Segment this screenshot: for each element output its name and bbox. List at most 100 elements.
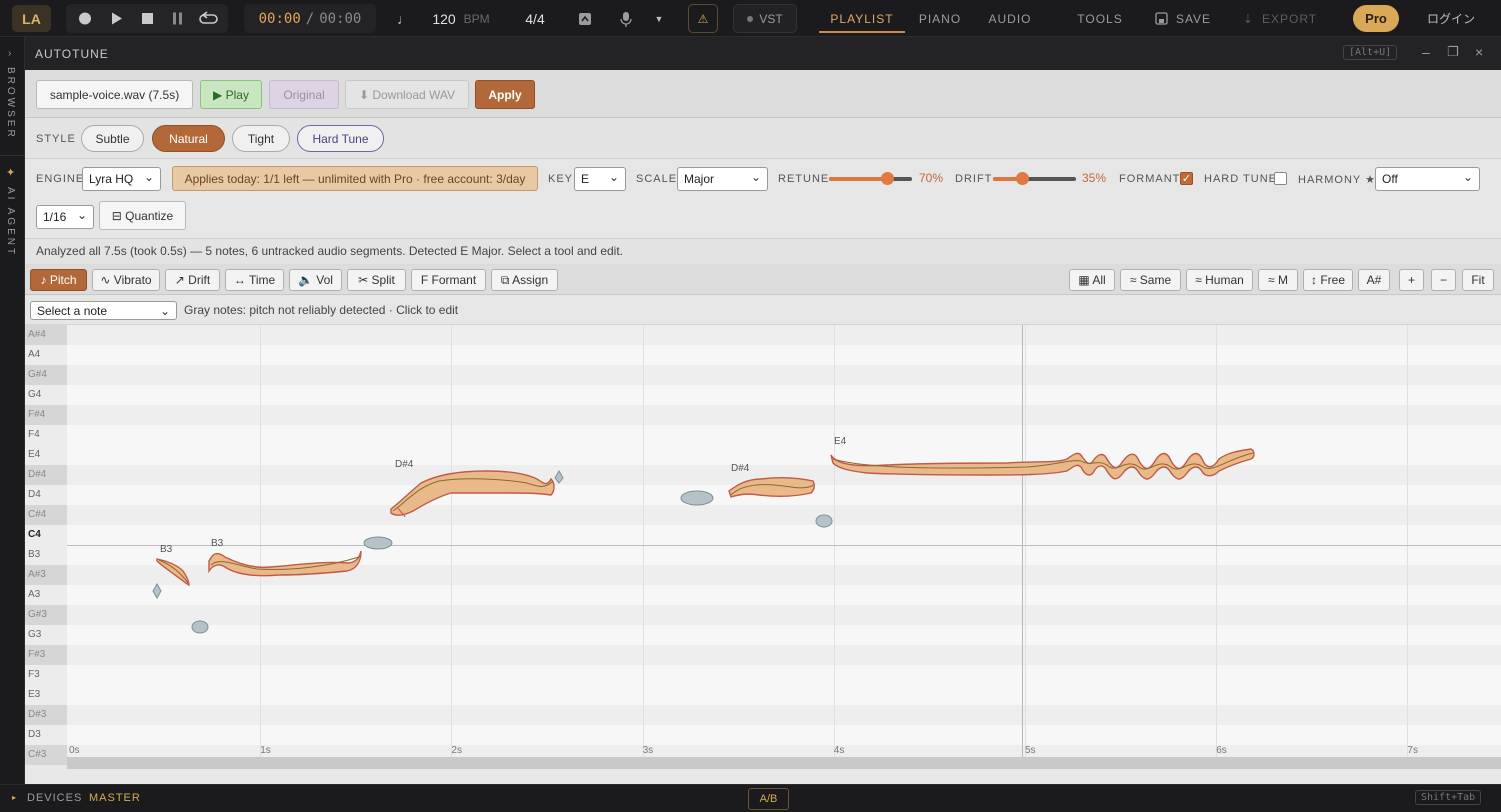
drift-slider[interactable] — [993, 172, 1076, 185]
drift-knob[interactable] — [1016, 172, 1030, 185]
m-button[interactable]: ≈ M — [1258, 269, 1298, 291]
pro-button[interactable]: Pro — [1353, 5, 1399, 32]
style-hard-tune[interactable]: Hard Tune — [297, 125, 384, 152]
save-button[interactable]: SAVE — [1150, 0, 1216, 37]
piano-key[interactable]: D4 — [25, 485, 67, 505]
minimize-icon[interactable]: – — [1422, 44, 1430, 60]
style-subtle[interactable]: Subtle — [81, 125, 144, 152]
login-button[interactable]: ログイン — [1418, 0, 1484, 37]
chevron-down-icon[interactable]: ▼ — [652, 0, 666, 37]
untracked-segment[interactable] — [554, 469, 564, 484]
select-all-button[interactable]: ▦ All — [1069, 269, 1115, 291]
zoom-in-button[interactable]: + — [1399, 269, 1424, 291]
sidebar-ai-agent[interactable]: AI AGENT — [5, 187, 16, 257]
untracked-segment[interactable] — [191, 620, 209, 634]
engine-select[interactable]: Lyra HQ — [82, 167, 161, 191]
untracked-segment[interactable] — [363, 536, 393, 550]
quantize-button[interactable]: ⊟ Quantize — [99, 201, 186, 230]
piano-key[interactable]: D#3 — [25, 705, 67, 725]
restore-icon[interactable]: ❐ — [1447, 44, 1459, 60]
scale-select[interactable]: Major — [677, 167, 768, 191]
pause-icon[interactable] — [173, 12, 176, 25]
harmony-select[interactable]: Off — [1375, 167, 1480, 191]
piano-key[interactable]: C#3 — [25, 745, 67, 765]
piano-key[interactable]: G#3 — [25, 605, 67, 625]
free-button[interactable]: ↕ Free — [1303, 269, 1353, 291]
bpm-control[interactable]: 120 BPM — [428, 0, 494, 37]
hard-tune-checkbox[interactable] — [1274, 172, 1287, 185]
tool-drift[interactable]: ↗ Drift — [165, 269, 220, 291]
piano-key[interactable]: C4 — [25, 525, 67, 545]
piano-key[interactable]: G3 — [25, 625, 67, 645]
ab-compare-button[interactable]: A/B — [748, 788, 789, 810]
sidebar-browser[interactable]: BROWSER — [5, 67, 16, 140]
close-icon[interactable]: × — [1475, 44, 1483, 60]
note-b3-second[interactable] — [208, 550, 362, 577]
piano-key[interactable]: A4 — [25, 345, 67, 365]
untracked-segment[interactable] — [680, 490, 714, 506]
pitch-grid[interactable]: B3 B3 D#4 D#4 E4 0s 1s 2s 3s 4s 5s 6s 7s — [67, 325, 1501, 765]
note-b3-first[interactable] — [156, 558, 190, 587]
piano-key[interactable]: A#3 — [25, 565, 67, 585]
stop-icon[interactable] — [142, 13, 153, 24]
piano-key[interactable]: A#4 — [25, 325, 67, 345]
loop-icon[interactable] — [199, 11, 218, 24]
microphone-icon[interactable] — [617, 0, 635, 37]
record-icon[interactable] — [79, 12, 91, 25]
formant-checkbox[interactable]: ✓ — [1180, 172, 1193, 185]
devices-toggle-icon[interactable]: ▸ — [12, 793, 16, 802]
piano-key[interactable]: F4 — [25, 425, 67, 445]
vst-button[interactable]: VST — [733, 4, 797, 33]
piano-key[interactable]: E4 — [25, 445, 67, 465]
snap-icon[interactable] — [576, 0, 594, 37]
piano-key[interactable]: D3 — [25, 725, 67, 745]
tools-menu[interactable]: TOOLS — [1068, 0, 1132, 37]
piano-key[interactable]: G4 — [25, 385, 67, 405]
fit-button[interactable]: Fit — [1462, 269, 1494, 291]
zoom-out-button[interactable]: − — [1431, 269, 1456, 291]
tool-vibrato[interactable]: ∿ Vibrato — [92, 269, 160, 291]
horizontal-scrollbar[interactable] — [67, 757, 1501, 769]
untracked-segment[interactable] — [815, 514, 833, 528]
original-button[interactable]: Original — [269, 80, 339, 109]
apply-button[interactable]: Apply — [475, 80, 535, 109]
app-logo[interactable]: LA — [12, 5, 51, 32]
tab-piano[interactable]: PIANO — [910, 0, 970, 37]
download-wav-button[interactable]: ⬇ Download WAV — [345, 80, 469, 109]
tool-time[interactable]: ↔ Time — [225, 269, 284, 291]
key-select[interactable]: E — [574, 167, 626, 191]
play-icon[interactable] — [112, 12, 122, 25]
piano-key[interactable]: G#4 — [25, 365, 67, 385]
piano-key[interactable]: F#4 — [25, 405, 67, 425]
tool-assign[interactable]: ⧉ Assign — [491, 269, 558, 291]
devices-label[interactable]: DEVICES — [27, 792, 82, 804]
piano-key[interactable]: F#3 — [25, 645, 67, 665]
piano-key[interactable]: A3 — [25, 585, 67, 605]
tool-volume[interactable]: 🔈 Vol — [289, 269, 342, 291]
style-natural[interactable]: Natural — [152, 125, 225, 152]
tab-audio[interactable]: AUDIO — [980, 0, 1040, 37]
piano-key[interactable]: E3 — [25, 685, 67, 705]
piano-key[interactable]: D#4 — [25, 465, 67, 485]
metronome-icon[interactable]: ♩ — [396, 0, 412, 37]
time-signature[interactable]: 4/4 — [515, 0, 555, 37]
untracked-segment[interactable] — [152, 582, 162, 600]
accidental-button[interactable]: A# — [1358, 269, 1390, 291]
tool-pitch[interactable]: ♪ Pitch — [30, 269, 87, 291]
piano-key[interactable]: C#4 — [25, 505, 67, 525]
chevron-right-icon[interactable]: › — [8, 48, 11, 59]
grid-select[interactable]: 1/16 — [36, 205, 94, 229]
play-button[interactable]: ▶ Play — [200, 80, 262, 109]
piano-key[interactable]: B3 — [25, 545, 67, 565]
tool-formant[interactable]: F Formant — [411, 269, 486, 291]
file-select-button[interactable]: sample-voice.wav (7.5s) — [36, 80, 193, 109]
note-ds4-second[interactable] — [728, 476, 816, 498]
note-e4[interactable] — [830, 448, 1255, 480]
master-label[interactable]: MASTER — [89, 792, 141, 804]
retune-knob[interactable] — [881, 172, 895, 185]
warning-button[interactable]: ⚠ — [688, 4, 718, 33]
tool-split[interactable]: ✂ Split — [347, 269, 406, 291]
note-select[interactable]: Select a note — [30, 301, 177, 320]
piano-key[interactable]: F3 — [25, 665, 67, 685]
export-button[interactable]: ⇣ EXPORT — [1238, 0, 1322, 37]
